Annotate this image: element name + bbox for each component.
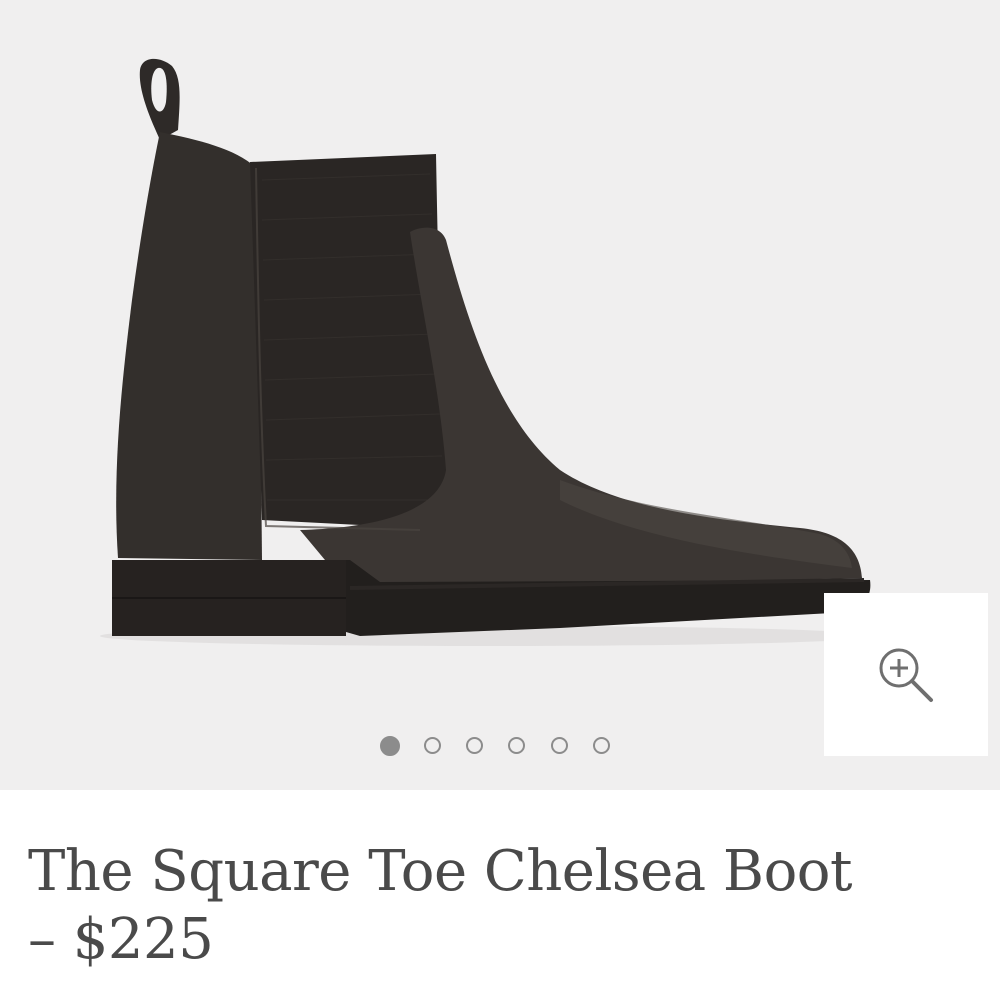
zoom-in-icon <box>879 648 933 702</box>
zoom-button[interactable] <box>824 593 988 756</box>
carousel-dot-6[interactable] <box>593 737 610 754</box>
carousel-dot-3[interactable] <box>466 737 483 754</box>
product-gallery[interactable] <box>0 0 1000 790</box>
carousel-pagination <box>0 736 1000 759</box>
carousel-dot-1[interactable] <box>380 736 400 756</box>
carousel-dot-4[interactable] <box>508 737 525 754</box>
carousel-dot-2[interactable] <box>424 737 441 754</box>
product-price: – $225 <box>28 907 214 972</box>
product-name: The Square Toe Chelsea Boot <box>28 839 853 904</box>
carousel-dot-5[interactable] <box>551 737 568 754</box>
product-title: The Square Toe Chelsea Boot – $225 <box>28 838 968 974</box>
